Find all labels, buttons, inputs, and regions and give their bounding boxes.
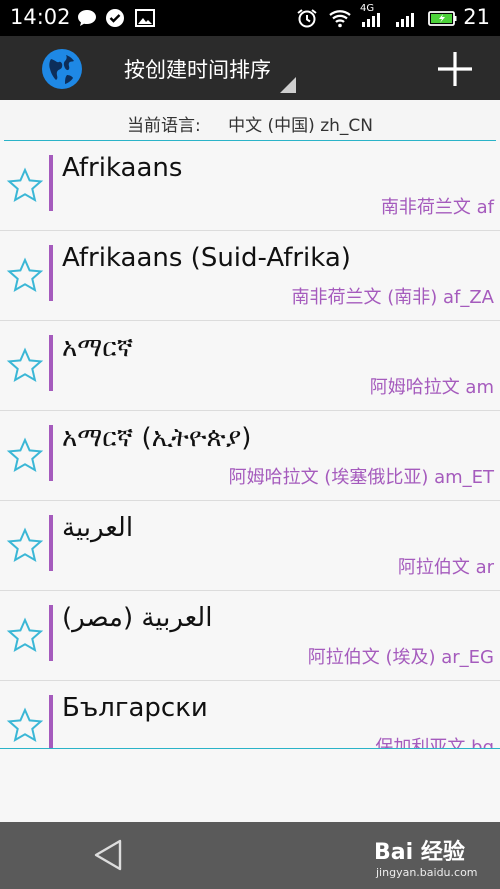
action-bar: 按创建时间排序 xyxy=(0,36,500,100)
favorite-star-icon[interactable] xyxy=(6,257,44,295)
language-locale: 南非荷兰文 af xyxy=(380,197,494,218)
language-locale: 南非荷兰文 (南非) af_ZA xyxy=(291,287,495,308)
favorite-star-icon[interactable] xyxy=(6,347,44,385)
language-native-name: العربية (مصر) xyxy=(62,603,213,633)
plus-icon[interactable] xyxy=(434,48,476,90)
battery-charging-icon xyxy=(428,11,457,26)
favorite-star-icon[interactable] xyxy=(6,437,44,475)
cell-signal-2-icon xyxy=(396,13,414,27)
list-item[interactable]: Afrikaans 南非荷兰文 af xyxy=(0,141,500,231)
wifi-icon xyxy=(329,10,351,28)
language-native-name: Български xyxy=(62,693,208,723)
watermark-text: Bai 经验 xyxy=(374,840,465,865)
language-locale: 阿姆哈拉文 am xyxy=(369,377,494,398)
current-language-label: 当前语言: xyxy=(127,116,201,136)
list-item[interactable]: Afrikaans (Suid-Afrika) 南非荷兰文 (南非) af_ZA xyxy=(0,231,500,321)
globe-icon[interactable] xyxy=(40,47,84,91)
status-time: 14:02 xyxy=(10,5,71,29)
language-native-name: Afrikaans xyxy=(62,153,183,183)
back-triangle-icon[interactable] xyxy=(92,838,124,872)
row-accent-bar xyxy=(49,515,53,571)
list-item[interactable]: العربية (مصر) 阿拉伯文 (埃及) ar_EG xyxy=(0,591,500,681)
row-accent-bar xyxy=(49,695,53,748)
chat-notification-icon xyxy=(78,10,96,26)
favorite-star-icon[interactable] xyxy=(6,707,44,745)
empty-area xyxy=(0,749,500,822)
row-accent-bar xyxy=(49,335,53,391)
watermark-url: jingyan.baidu.com xyxy=(376,866,478,879)
row-accent-bar xyxy=(49,605,53,661)
spinner-caret-icon xyxy=(280,77,296,93)
language-native-name: Afrikaans (Suid-Afrika) xyxy=(62,243,351,273)
battery-level: 21 xyxy=(463,5,490,29)
list-item[interactable]: Български 保加利亚文 bg xyxy=(0,681,500,748)
language-locale: 保加利亚文 bg xyxy=(375,737,494,748)
check-circle-icon xyxy=(106,9,124,27)
row-accent-bar xyxy=(49,245,53,301)
current-language-header: 当前语言: 中文 (中国) zh_CN xyxy=(0,104,500,140)
sort-spinner[interactable]: 按创建时间排序 xyxy=(124,54,271,84)
current-language-value: 中文 (中国) zh_CN xyxy=(228,116,373,136)
list-item[interactable]: አማርኛ 阿姆哈拉文 am xyxy=(0,321,500,411)
language-native-name: አማርኛ xyxy=(62,333,134,363)
row-accent-bar xyxy=(49,425,53,481)
language-locale: 阿拉伯文 ar xyxy=(397,557,494,578)
language-native-name: العربية xyxy=(62,513,134,543)
list-item[interactable]: አማርኛ (ኢትዮጵያ) 阿姆哈拉文 (埃塞俄比亚) am_ET xyxy=(0,411,500,501)
cell-signal-icon xyxy=(362,13,380,27)
row-accent-bar xyxy=(49,155,53,211)
image-notification-icon xyxy=(135,9,155,27)
list-item[interactable]: العربية 阿拉伯文 ar xyxy=(0,501,500,591)
language-locale: 阿拉伯文 (埃及) ar_EG xyxy=(307,647,494,668)
language-list[interactable]: Afrikaans 南非荷兰文 af Afrikaans (Suid-Afrik… xyxy=(0,141,500,748)
status-bar: 14:02 4G 21 xyxy=(0,0,500,36)
favorite-star-icon[interactable] xyxy=(6,617,44,655)
navigation-bar: Bai 经验 jingyan.baidu.com xyxy=(0,822,500,889)
favorite-star-icon[interactable] xyxy=(6,527,44,565)
alarm-icon xyxy=(297,9,317,28)
favorite-star-icon[interactable] xyxy=(6,167,44,205)
language-native-name: አማርኛ (ኢትዮጵያ) xyxy=(62,423,252,453)
language-locale: 阿姆哈拉文 (埃塞俄比亚) am_ET xyxy=(228,467,494,488)
